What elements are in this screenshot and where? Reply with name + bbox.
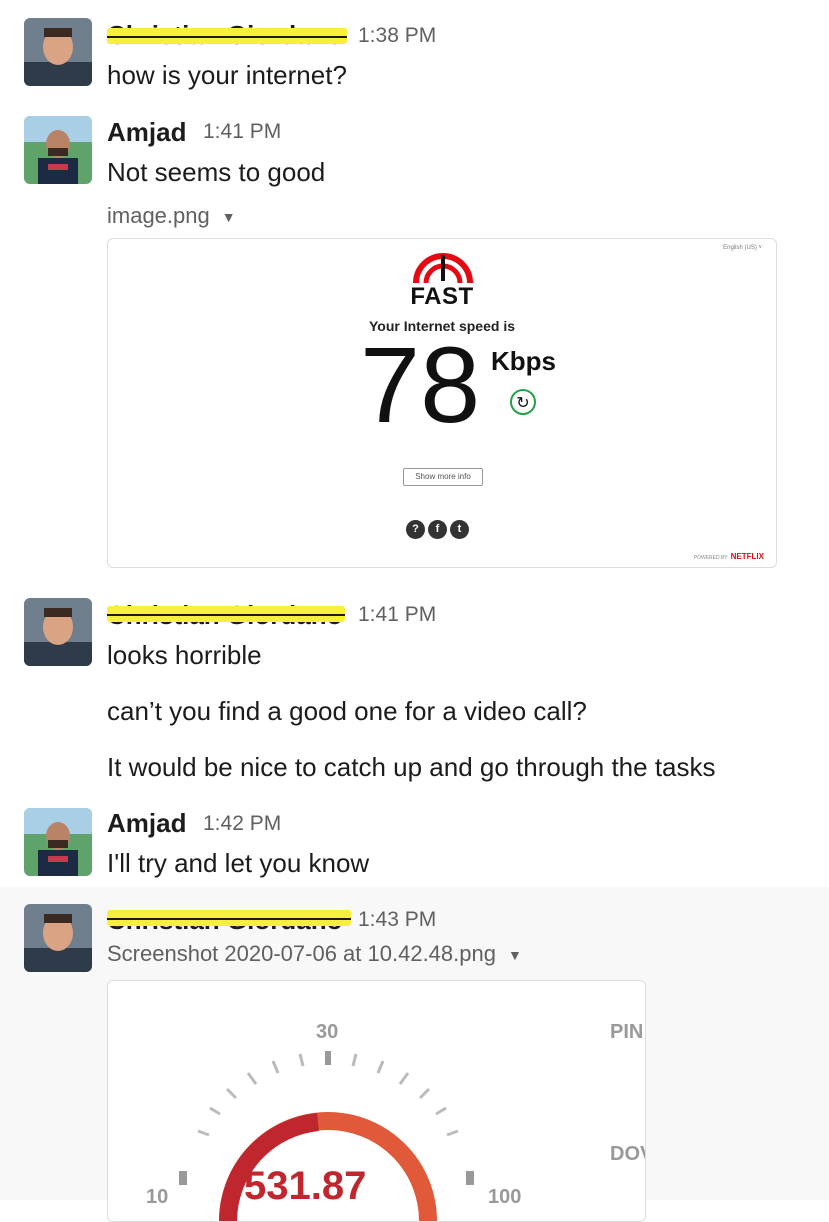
timestamp[interactable]: 1:43 PM (358, 908, 436, 932)
gauge-tick-100: 100 (488, 1186, 522, 1208)
gauge-tick-30: 30 (316, 1021, 339, 1043)
refresh-icon: ↻ (510, 389, 536, 415)
image-attachment[interactable]: English (US) ˅ FAST Your Internet speed … (107, 238, 777, 568)
powered-by: POWERED BY NETFLIX (694, 552, 764, 561)
speed-value: 531.87 (244, 1164, 367, 1208)
file-name[interactable]: Screenshot 2020-07-06 at 10.42.48.png ▼ (107, 941, 522, 967)
twitter-icon: t (450, 520, 469, 539)
message-text: Not seems to good (107, 157, 326, 187)
powered-by-text: POWERED BY (693, 555, 728, 561)
fast-logo-text: FAST (410, 283, 474, 310)
avatar[interactable] (24, 598, 92, 666)
chevron-down-icon[interactable]: ▼ (222, 209, 236, 225)
avatar[interactable] (24, 904, 92, 972)
language-selector: English (US) ˅ (723, 245, 762, 251)
avatar[interactable] (24, 18, 92, 86)
timestamp[interactable]: 1:41 PM (358, 603, 436, 627)
timestamp[interactable]: 1:38 PM (358, 24, 436, 48)
file-name-text[interactable]: Screenshot 2020-07-06 at 10.42.48.png (107, 941, 496, 966)
social-icons: ? f t (406, 519, 472, 539)
help-icon: ? (406, 520, 425, 539)
speed-value: 78 (360, 324, 481, 445)
facebook-icon: f (428, 520, 447, 539)
speedometer-icon (413, 253, 473, 284)
timestamp[interactable]: 1:42 PM (203, 812, 281, 836)
avatar[interactable] (24, 808, 92, 876)
gauge-tick-10: 10 (146, 1186, 169, 1208)
author-name[interactable]: Amjad (107, 808, 186, 839)
file-name-text[interactable]: image.png (107, 203, 210, 228)
redaction-strike (107, 36, 347, 38)
image-attachment[interactable]: 30 10 100 PIN DOV 531.87 (107, 980, 646, 1222)
message-text: I'll try and let you know (107, 848, 370, 878)
message-text: can’t you find a good one for a video ca… (107, 696, 587, 726)
ping-label: PIN (610, 1021, 644, 1043)
download-label: DOV (610, 1143, 645, 1165)
message-text: how is your internet? (107, 60, 347, 90)
show-more-info-button: Show more info (403, 468, 483, 486)
avatar[interactable] (24, 116, 92, 184)
redaction-strike (107, 614, 345, 616)
speed-unit: Kbps (491, 346, 556, 376)
author-name[interactable]: Amjad (107, 117, 186, 148)
netflix-logo: NETFLIX (730, 552, 764, 561)
file-name[interactable]: image.png ▼ (107, 203, 236, 229)
message-text: It would be nice to catch up and go thro… (107, 752, 716, 782)
message-text: looks horrible (107, 640, 262, 670)
redaction-strike (107, 918, 351, 920)
timestamp[interactable]: 1:41 PM (203, 120, 281, 144)
chevron-down-icon[interactable]: ▼ (508, 947, 522, 963)
